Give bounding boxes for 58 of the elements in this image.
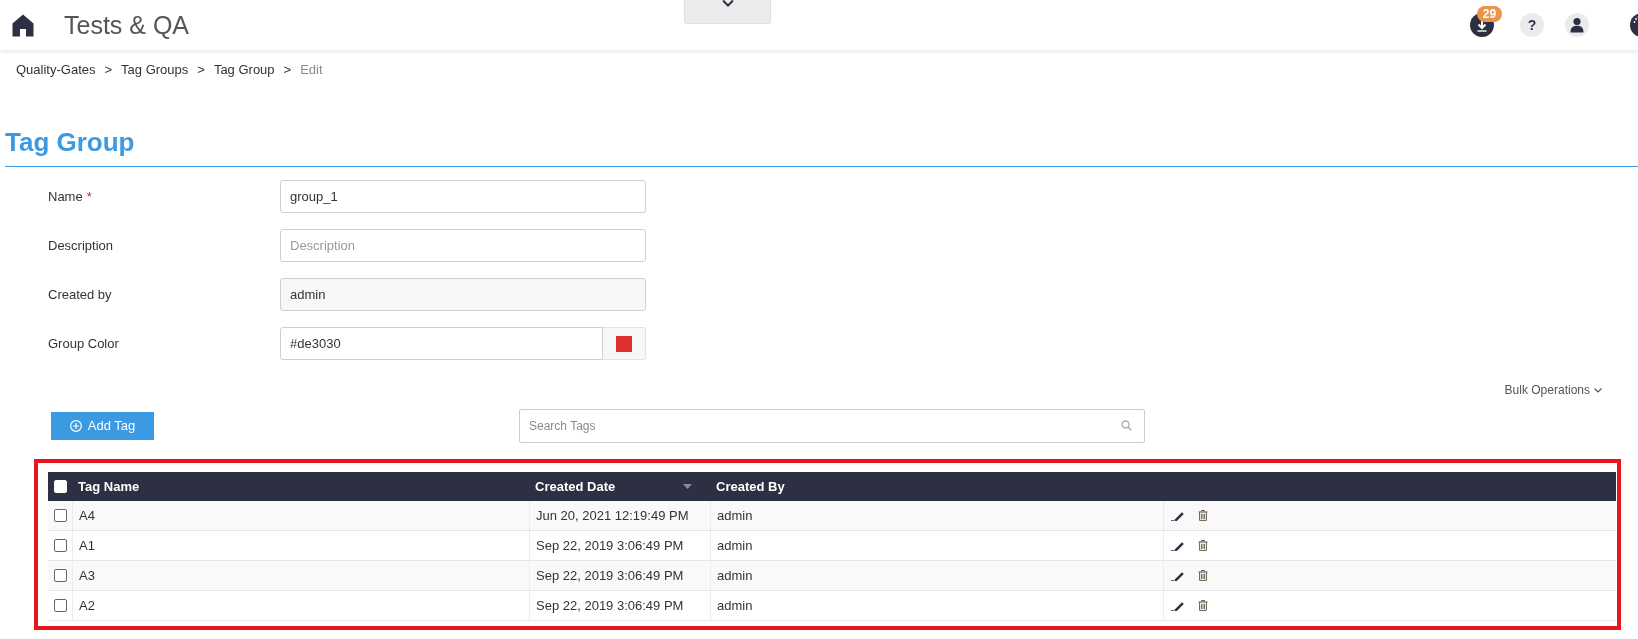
breadcrumb-current: Edit	[300, 62, 323, 78]
app-title: Tests & QA	[64, 10, 190, 40]
pencil-icon[interactable]	[1171, 570, 1185, 581]
readonly-input[interactable]: admin	[280, 278, 646, 311]
user-icon[interactable]	[1565, 13, 1589, 37]
help-button[interactable]: ?	[1520, 13, 1544, 37]
pencil-icon[interactable]	[1171, 540, 1185, 551]
notification-badge: 29	[1477, 6, 1502, 22]
pencil-icon[interactable]	[1171, 600, 1185, 611]
bulk-operations-button[interactable]: Bulk Operations	[1504, 382, 1602, 398]
breadcrumb-separator: >	[104, 62, 113, 78]
trash-icon[interactable]	[1198, 510, 1208, 521]
trash-icon[interactable]	[1198, 540, 1208, 551]
color-picker-button[interactable]	[603, 327, 646, 360]
chevron-down-icon	[1594, 387, 1602, 393]
text-input[interactable]: group_1	[280, 180, 646, 213]
trash-icon[interactable]	[1198, 570, 1208, 581]
field-label: Group Color	[48, 334, 119, 353]
trash-icon[interactable]	[1198, 600, 1208, 611]
breadcrumb-link[interactable]: Quality-Gates	[16, 62, 96, 78]
search-field[interactable]: Search Tags	[519, 409, 1145, 443]
column-header[interactable]: Tag Name	[78, 476, 140, 497]
home-icon[interactable]	[12, 13, 34, 37]
row-checkbox[interactable]	[54, 539, 67, 552]
row-checkbox[interactable]	[54, 569, 67, 582]
select-all-checkbox[interactable]	[54, 480, 67, 493]
table-cell-text: Sep 22, 2019 3:06:49 PM	[536, 566, 684, 585]
table-cell-text: admin	[717, 566, 753, 585]
field-label: Name	[48, 187, 83, 206]
table-cell-text: admin	[717, 596, 753, 615]
chevron-down-icon	[721, 0, 734, 7]
table-cell-text: Jun 20, 2021 12:19:49 PM	[536, 506, 689, 525]
table-cell-text: admin	[717, 536, 753, 555]
breadcrumb-separator: >	[197, 62, 205, 78]
table-cell-text: A2	[79, 596, 95, 615]
table-cell-text: Sep 22, 2019 3:06:49 PM	[536, 536, 684, 555]
required-mark: *	[86, 187, 92, 206]
color-input[interactable]: #de3030	[280, 327, 603, 360]
text-input[interactable]: Description	[280, 229, 646, 262]
table-cell-text: Sep 22, 2019 3:06:49 PM	[536, 596, 684, 615]
breadcrumb-link[interactable]: Tag Group	[213, 62, 275, 78]
page-title: Tag Group	[5, 127, 135, 157]
pencil-icon[interactable]	[1171, 510, 1185, 521]
table-cell-text: admin	[717, 506, 753, 525]
field-label: Description	[48, 236, 114, 255]
dropdown-toggle[interactable]	[684, 0, 771, 24]
column-header[interactable]: Created By	[716, 476, 785, 497]
column-header[interactable]: Created Date	[535, 476, 616, 497]
breadcrumb-link[interactable]: Tag Groups	[121, 62, 189, 78]
row-checkbox[interactable]	[54, 509, 67, 522]
breadcrumb-separator: >	[283, 62, 292, 78]
sort-caret-icon[interactable]	[683, 484, 692, 489]
table-cell-text: A3	[79, 566, 95, 585]
row-checkbox[interactable]	[54, 599, 67, 612]
table-cell-text: A4	[79, 506, 95, 525]
table-cell-text: A1	[79, 536, 95, 555]
plus-circle-icon	[69, 420, 82, 432]
field-label: Created by	[48, 285, 112, 304]
